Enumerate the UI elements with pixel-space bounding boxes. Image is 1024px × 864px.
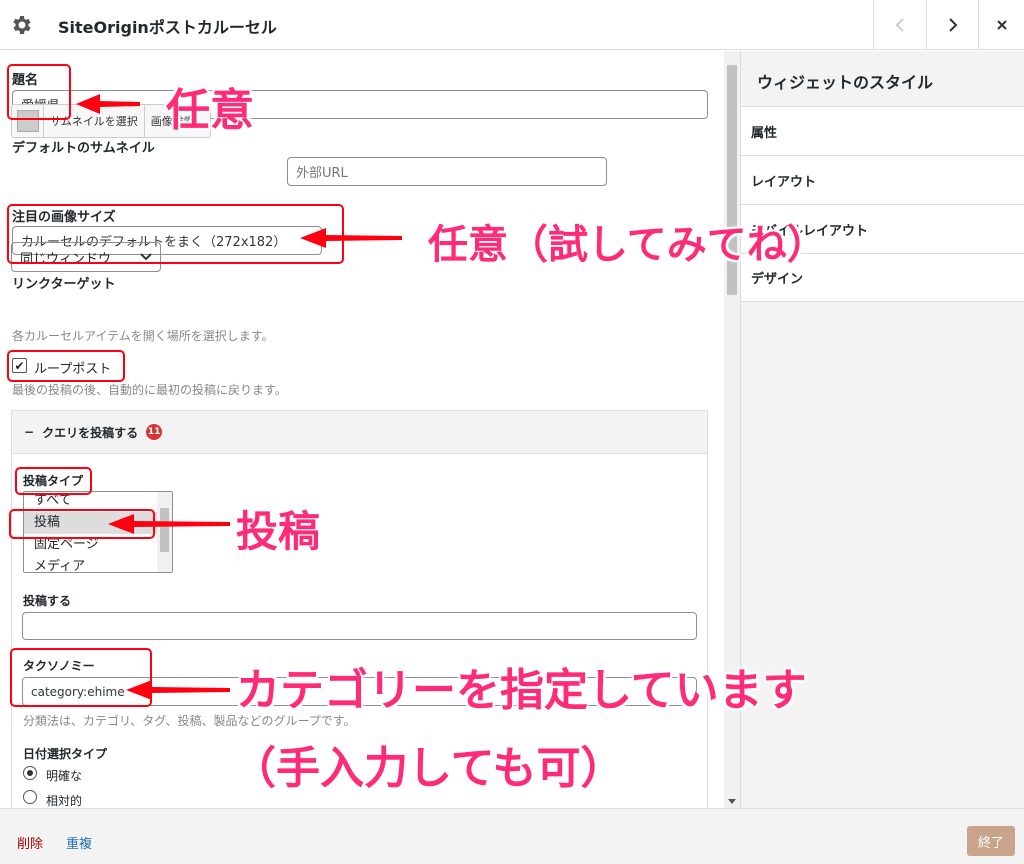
close-button[interactable] <box>978 0 1024 50</box>
annotation-box-image-size <box>7 204 344 264</box>
loop-posts-description: 最後の投稿の後、自動的に最初の投稿に戻ります。 <box>12 383 287 397</box>
annotation-arrow <box>300 228 402 248</box>
date-type-radio-relative[interactable] <box>23 790 37 804</box>
external-url-input[interactable]: 外部URL <box>287 157 607 186</box>
close-icon <box>996 20 1007 30</box>
annotation-text: 任意（試してみてね） <box>428 222 827 268</box>
query-section-header[interactable]: − クエリを投稿する 11 <box>11 410 708 454</box>
gear-icon[interactable] <box>10 13 34 37</box>
date-type-option-label: 相対的 <box>46 794 83 808</box>
scroll-down-arrow[interactable] <box>728 799 736 804</box>
duplicate-link[interactable]: 重複 <box>66 833 92 852</box>
chevron-left-icon <box>895 18 904 32</box>
dialog-titlebar: SiteOriginポストカルーセル <box>0 0 1024 50</box>
external-url-placeholder: 外部URL <box>296 166 348 181</box>
annotation-arrow <box>108 514 230 534</box>
annotation-box-title <box>7 64 71 120</box>
post-input[interactable] <box>22 612 697 640</box>
query-section-title: クエリを投稿する <box>42 425 139 440</box>
next-button[interactable] <box>926 0 978 50</box>
dialog-title: SiteOriginポストカルーセル <box>58 18 277 37</box>
annotation-text: （手入力しても可） <box>232 743 625 794</box>
style-section-attributes[interactable]: 属性 <box>741 106 1024 155</box>
delete-link[interactable]: 削除 <box>17 833 43 852</box>
annotation-text: 投稿 <box>236 507 321 556</box>
annotation-arrow <box>76 94 140 114</box>
post-label: 投稿する <box>23 594 72 608</box>
link-target-description: 各カルーセルアイテムを開く場所を選択します。 <box>12 329 274 343</box>
annotation-box-post-type <box>15 467 92 495</box>
collapse-icon: − <box>24 425 35 439</box>
widget-styles-title: ウィジェットのスタイル <box>757 73 934 92</box>
annotation-box-loop <box>7 350 125 382</box>
thumbnail-label: デフォルトのサムネイル <box>12 141 155 156</box>
annotation-text: カテゴリーを指定しています <box>236 665 807 716</box>
date-type-option-label: 明確な <box>46 769 83 783</box>
style-section-layout[interactable]: レイアウト <box>741 155 1024 204</box>
query-count-badge: 11 <box>146 424 163 440</box>
annotation-arrow <box>126 680 230 700</box>
chevron-right-icon <box>948 18 957 32</box>
link-target-label: リンクターゲット <box>12 277 116 292</box>
done-button[interactable]: 終了 <box>967 826 1015 856</box>
previous-button[interactable] <box>873 0 925 50</box>
post-type-option[interactable]: メディア <box>24 556 172 572</box>
annotation-text: 任意 <box>166 85 254 136</box>
dialog-footer: 削除 重複 終了 <box>0 808 1024 864</box>
date-type-radio-explicit[interactable] <box>23 766 37 780</box>
date-type-label: 日付選択タイプ <box>23 747 108 761</box>
